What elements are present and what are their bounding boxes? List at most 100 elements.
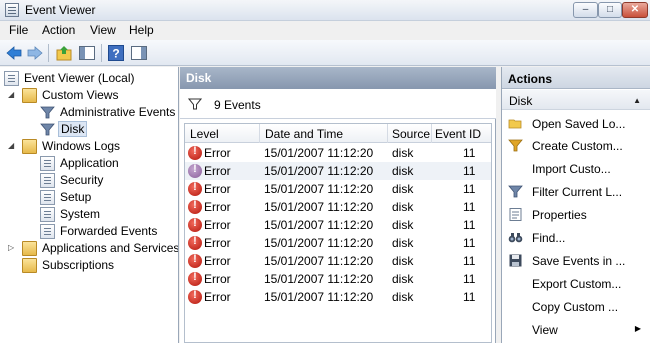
error-icon — [188, 235, 202, 250]
tree-item-administrative-events[interactable]: Administrative Events — [40, 104, 178, 121]
tree-item-system[interactable]: System — [40, 206, 178, 223]
action-label: Copy Custom ... — [532, 300, 619, 314]
action-copy-custom-view[interactable]: Copy Custom ... — [502, 296, 650, 318]
column-header-level[interactable]: Level — [190, 127, 219, 141]
action-save-events[interactable]: Save Events in ... — [502, 250, 650, 272]
tree-item-forwarded-events[interactable]: Forwarded Events — [40, 223, 178, 240]
cell-event-id: 11 — [463, 272, 476, 286]
action-find[interactable]: Find... — [502, 227, 650, 249]
menu-file[interactable]: File — [9, 23, 28, 37]
action-filter-current-log[interactable]: Filter Current L... — [502, 181, 650, 203]
tree-item-label: Application — [60, 156, 119, 170]
tree-item-event-viewer-local[interactable]: Event Viewer (Local) — [4, 70, 178, 87]
column-header-source[interactable]: Source — [392, 127, 430, 141]
collapse-triangle-icon[interactable]: ◢ — [8, 91, 16, 99]
filter-icon — [187, 97, 203, 111]
table-row[interactable]: Error 15/01/2007 11:12:20 disk 11 — [185, 198, 491, 216]
maximize-button[interactable]: □ — [598, 2, 622, 18]
tree-item-security[interactable]: Security — [40, 172, 178, 189]
action-open-saved-log[interactable]: Open Saved Lo... — [502, 113, 650, 135]
event-count: 9 Events — [214, 98, 261, 112]
cell-event-id: 11 — [463, 164, 476, 178]
action-properties[interactable]: Properties — [502, 204, 650, 226]
tree-item-windows-logs[interactable]: ◢ Windows Logs — [8, 138, 178, 155]
import-icon — [508, 161, 523, 176]
cell-event-id: 11 — [463, 254, 476, 268]
svg-text:?: ? — [112, 47, 119, 61]
column-header-date-time[interactable]: Date and Time — [265, 127, 343, 141]
table-row[interactable]: Error 15/01/2007 11:12:20 disk 11 — [185, 270, 491, 288]
action-label: Import Custo... — [532, 162, 611, 176]
log-icon — [40, 190, 55, 205]
action-export-custom-view[interactable]: Export Custom... — [502, 273, 650, 295]
tree-item-subscriptions[interactable]: Subscriptions — [22, 257, 178, 274]
column-divider[interactable] — [431, 124, 432, 143]
filter-icon — [508, 184, 523, 199]
cell-event-id: 11 — [463, 290, 476, 304]
action-view[interactable]: View ▶ — [502, 319, 650, 341]
error-icon — [188, 145, 202, 160]
error-icon — [188, 217, 202, 232]
menu-view[interactable]: View — [90, 23, 116, 37]
collapse-triangle-icon[interactable]: ◢ — [8, 142, 16, 150]
back-arrow-icon[interactable] — [5, 44, 23, 62]
folder-icon — [22, 139, 37, 154]
column-divider[interactable] — [387, 124, 388, 143]
table-row[interactable]: Error 15/01/2007 11:12:20 disk 11 — [185, 288, 491, 306]
tree-item-label: Disk — [58, 121, 88, 137]
error-icon — [188, 271, 202, 286]
minimize-button[interactable]: – — [573, 2, 598, 18]
view-icon — [508, 322, 523, 337]
binoculars-icon — [508, 230, 523, 245]
tree-item-custom-views[interactable]: ◢ Custom Views — [8, 87, 178, 104]
cell-event-id: 11 — [463, 236, 476, 250]
tree-item-disk[interactable]: Disk — [40, 121, 100, 138]
submenu-arrow-icon: ▶ — [634, 324, 641, 333]
cell-source: disk — [392, 164, 414, 178]
close-button[interactable]: ✕ — [622, 2, 648, 18]
show-hide-actions-icon[interactable] — [130, 44, 148, 62]
tree-item-label: Windows Logs — [42, 139, 121, 153]
table-row[interactable]: Error 15/01/2007 11:12:20 disk 11 — [185, 216, 491, 234]
menu-bar: File Action View Help — [0, 21, 650, 40]
tree-item-label: Custom Views — [42, 88, 119, 102]
log-icon — [40, 156, 55, 171]
expand-triangle-icon[interactable]: ▷ — [8, 244, 16, 252]
tree-item-setup[interactable]: Setup — [40, 189, 178, 206]
up-folder-icon[interactable] — [55, 44, 73, 62]
events-table: Level Date and Time Source Event ID Erro… — [184, 123, 492, 343]
error-icon — [188, 163, 202, 178]
tree-item-applications-and-services[interactable]: ▷ Applications and Services — [8, 240, 178, 257]
cell-source: disk — [392, 290, 414, 304]
cell-date-time: 15/01/2007 11:12:20 — [264, 146, 374, 160]
action-create-custom-view[interactable]: Create Custom... — [502, 135, 650, 157]
action-import-custom-view[interactable]: Import Custo... — [502, 158, 650, 180]
help-icon[interactable]: ? — [107, 44, 125, 62]
collapse-up-icon[interactable]: ▲ — [633, 96, 641, 105]
forward-arrow-icon[interactable] — [26, 44, 44, 62]
filter-icon — [40, 122, 55, 137]
error-icon — [188, 199, 202, 214]
menu-help[interactable]: Help — [129, 23, 154, 37]
cell-level: Error — [204, 290, 231, 304]
cell-level: Error — [204, 200, 231, 214]
save-disk-icon — [508, 253, 523, 268]
table-header: Level Date and Time Source Event ID — [185, 124, 491, 143]
table-row[interactable]: Error 15/01/2007 11:12:20 disk 11 — [185, 180, 491, 198]
cell-source: disk — [392, 254, 414, 268]
table-row[interactable]: Error 15/01/2007 11:12:20 disk 11 — [185, 234, 491, 252]
column-header-event-id[interactable]: Event ID — [435, 127, 481, 141]
cell-date-time: 15/01/2007 11:12:20 — [264, 164, 374, 178]
tree-item-label: Forwarded Events — [60, 224, 158, 238]
column-divider[interactable] — [259, 124, 260, 143]
table-row[interactable]: Error 15/01/2007 11:12:20 disk 11 — [185, 144, 491, 162]
actions-group-disk[interactable]: Disk ▲ — [502, 90, 650, 110]
menu-action[interactable]: Action — [42, 23, 75, 37]
filter-icon — [40, 105, 55, 120]
table-row[interactable]: Error 15/01/2007 11:12:20 disk 11 — [185, 252, 491, 270]
tree-item-application[interactable]: Application — [40, 155, 178, 172]
table-row[interactable]: Error 15/01/2007 11:12:20 disk 11 — [185, 162, 491, 180]
show-hide-tree-icon[interactable] — [78, 44, 96, 62]
toolbar: ? — [0, 40, 650, 66]
cell-date-time: 15/01/2007 11:12:20 — [264, 182, 374, 196]
